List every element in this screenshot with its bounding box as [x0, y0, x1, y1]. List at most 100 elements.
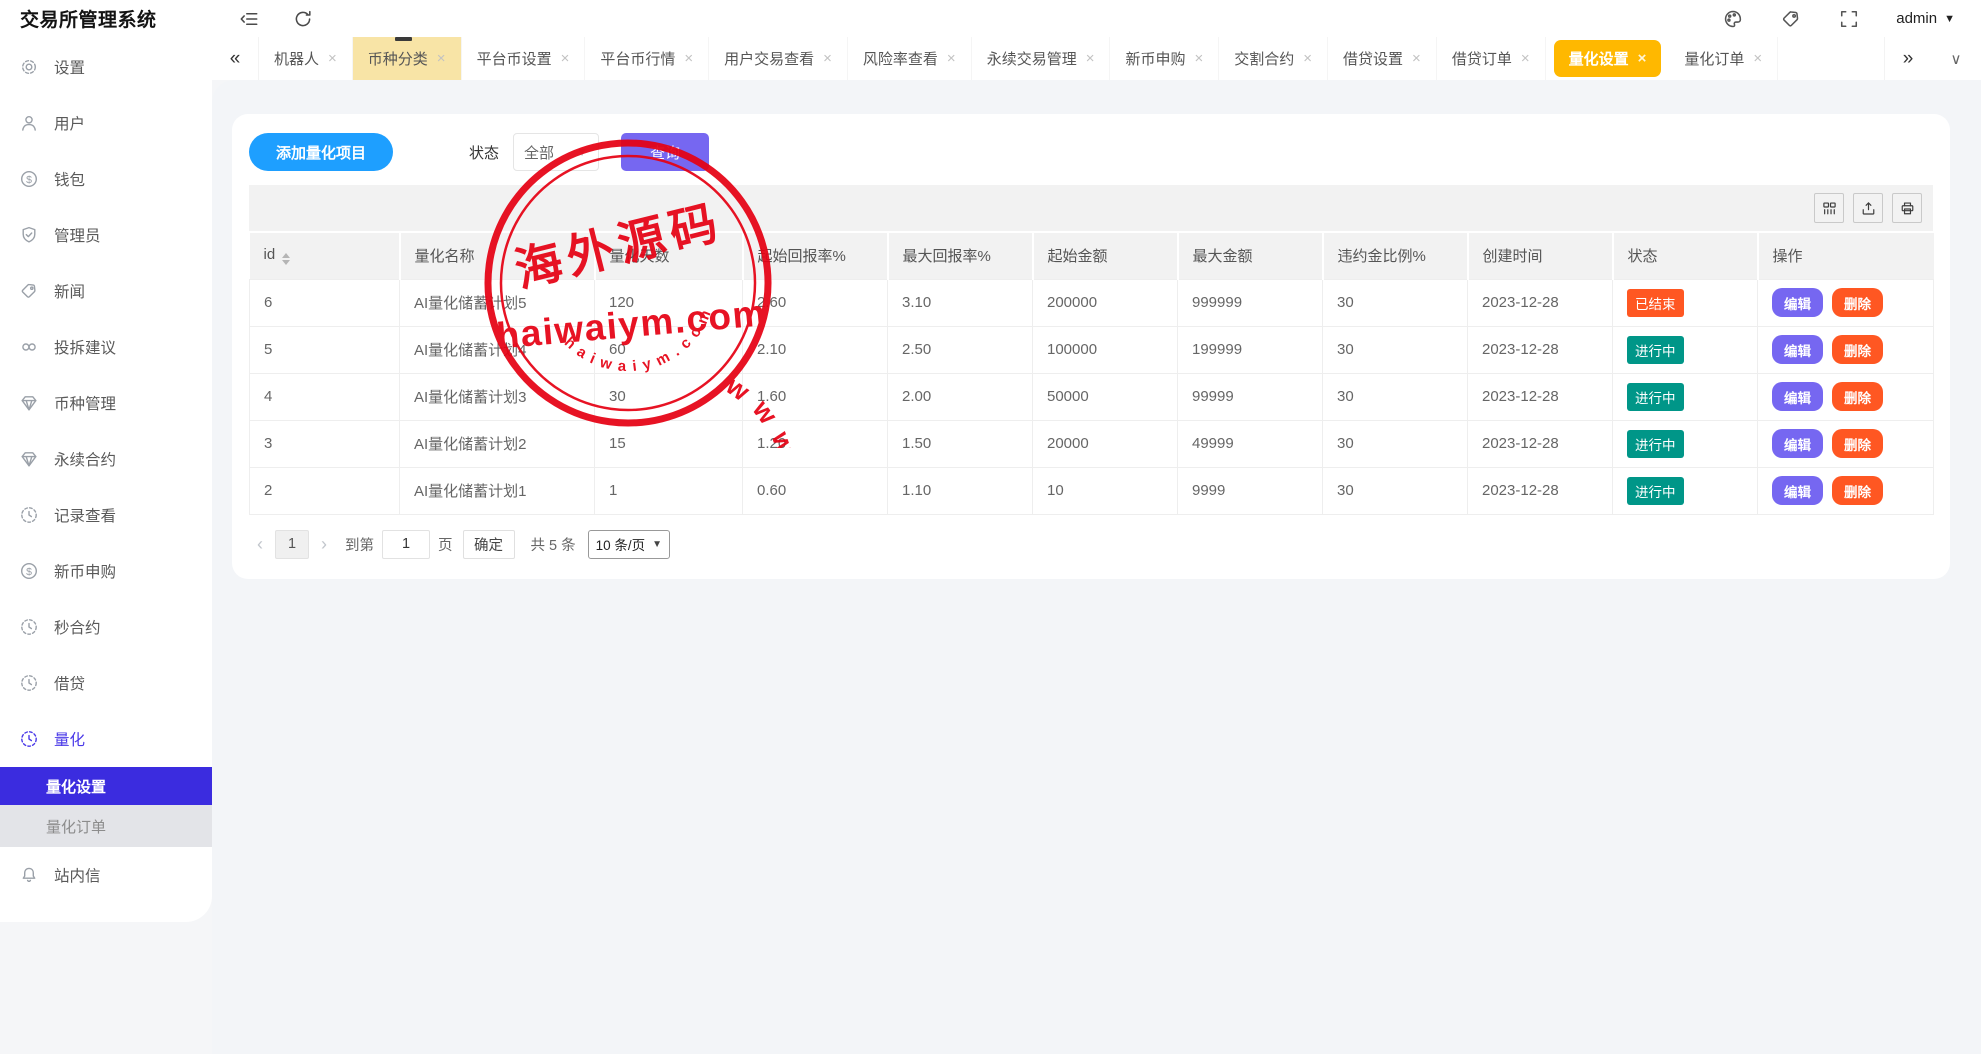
tab-交割合约[interactable]: 交割合约× [1219, 37, 1328, 80]
edit-button[interactable]: 编辑 [1772, 429, 1823, 458]
sidebar-item-站内信[interactable]: 站内信 [0, 847, 212, 903]
tag-icon[interactable] [1780, 8, 1802, 30]
page-next-icon[interactable]: › [321, 534, 327, 555]
gem-icon [19, 449, 39, 469]
tab-平台币行情[interactable]: 平台币行情× [585, 37, 709, 80]
goto-confirm-button[interactable]: 确定 [463, 530, 515, 559]
user-name: admin [1896, 10, 1937, 27]
tab-借贷订单[interactable]: 借贷订单 × [1437, 37, 1546, 80]
user-menu[interactable]: admin ▼ [1896, 10, 1955, 27]
cell-created: 2023-12-28 [1468, 420, 1613, 467]
delete-button[interactable]: 删除 [1832, 335, 1883, 364]
edit-button[interactable]: 编辑 [1772, 288, 1823, 317]
filter-columns-icon[interactable] [1814, 193, 1844, 223]
sidebar-item-量化[interactable]: 量化 [0, 711, 212, 767]
cell-status: 已结束 [1613, 279, 1758, 326]
close-icon[interactable]: × [947, 51, 956, 66]
search-button[interactable]: 查询 [621, 133, 709, 171]
status-filter-select[interactable]: 全部 ▼ [513, 133, 599, 171]
close-icon[interactable]: × [1753, 51, 1762, 66]
close-icon[interactable]: × [1412, 51, 1421, 66]
refresh-icon[interactable] [292, 8, 314, 30]
tabs-scroll-left-icon[interactable]: « [212, 37, 259, 80]
page-prev-icon[interactable]: ‹ [257, 534, 263, 555]
cell-penalty: 30 [1323, 467, 1468, 514]
sidebar-item-新闻[interactable]: 新闻 [0, 263, 212, 319]
page-size-select[interactable]: 10 条/页 ▼ [588, 530, 670, 559]
delete-button[interactable]: 删除 [1832, 476, 1883, 505]
edit-button[interactable]: 编辑 [1772, 476, 1823, 505]
close-icon[interactable]: × [437, 51, 446, 66]
column-header-违约金比例%: 违约金比例% [1323, 233, 1468, 279]
column-header-label: 量化名称 [415, 248, 475, 265]
sidebar-item-label: 新币申购 [54, 560, 116, 582]
tab-平台币设置[interactable]: 平台币设置× [462, 37, 586, 80]
sidebar-item-投拆建议[interactable]: 投拆建议 [0, 319, 212, 375]
tab-币种分类[interactable]: 币种分类× [353, 37, 462, 80]
sidebar-subitem-量化设置[interactable]: 量化设置 [0, 767, 212, 805]
cell-actions: 编辑删除 [1758, 373, 1934, 420]
tab-label: 新币申购 [1125, 48, 1185, 69]
column-header-起始金额: 起始金额 [1033, 233, 1178, 279]
goto-page-input[interactable] [382, 530, 430, 559]
goto-page-suffix: 页 [438, 534, 453, 555]
tab-量化订单[interactable]: 量化订单× [1669, 37, 1778, 80]
sidebar-subitem-量化订单[interactable]: 量化订单 [0, 805, 212, 847]
fullscreen-icon[interactable] [1838, 8, 1860, 30]
delete-button[interactable]: 删除 [1832, 288, 1883, 317]
cell-days: 60 [595, 326, 743, 373]
tab-永续交易管理[interactable]: 永续交易管理 × [972, 37, 1111, 80]
tab-新币申购[interactable]: 新币申购 × [1110, 37, 1219, 80]
delete-button[interactable]: 删除 [1832, 429, 1883, 458]
tab-量化设置[interactable]: 量化设置× [1554, 40, 1662, 77]
main-content: 添加量化项目 状态 全部 ▼ 查询 [212, 80, 1981, 1054]
edit-button[interactable]: 编辑 [1772, 382, 1823, 411]
export-icon[interactable] [1853, 193, 1883, 223]
sort-icon[interactable] [282, 253, 290, 265]
cell-created: 2023-12-28 [1468, 373, 1613, 420]
print-icon[interactable] [1892, 193, 1922, 223]
close-icon[interactable]: × [823, 51, 832, 66]
tab-机器人[interactable]: 机器人× [259, 37, 353, 80]
tab-label: 借贷订单 [1452, 48, 1512, 69]
sidebar-item-管理员[interactable]: 管理员 [0, 207, 212, 263]
cell-max-rate: 2.00 [888, 373, 1033, 420]
page-number-button[interactable]: 1 [275, 530, 309, 559]
close-icon[interactable]: × [684, 51, 693, 66]
close-icon[interactable]: × [1638, 51, 1647, 66]
cell-name: AI量化储蓄计划1 [400, 467, 595, 514]
close-icon[interactable]: × [1086, 51, 1095, 66]
sidebar-item-借贷[interactable]: 借贷 [0, 655, 212, 711]
sidebar-item-记录查看[interactable]: 记录查看 [0, 487, 212, 543]
sidebar-item-币种管理[interactable]: 币种管理 [0, 375, 212, 431]
sidebar-item-设置[interactable]: 设置 [0, 39, 212, 95]
sidebar-item-秒合约[interactable]: 秒合约 [0, 599, 212, 655]
tab-借贷设置[interactable]: 借贷设置× [1328, 37, 1437, 80]
add-quant-project-button[interactable]: 添加量化项目 [249, 133, 393, 171]
pagination: ‹ 1 › 到第 页 确定 共 5 条 10 条/页 ▼ [249, 530, 1933, 559]
close-icon[interactable]: × [328, 51, 337, 66]
sidebar-item-label: 永续合约 [54, 448, 116, 470]
close-icon[interactable]: × [561, 51, 570, 66]
sidebar-item-新币申购[interactable]: $新币申购 [0, 543, 212, 599]
sidebar-item-钱包[interactable]: $钱包 [0, 151, 212, 207]
delete-button[interactable]: 删除 [1832, 382, 1883, 411]
tabs-scroll-right-icon[interactable]: » [1884, 37, 1931, 80]
palette-icon[interactable] [1722, 8, 1744, 30]
sidebar-item-永续合约[interactable]: 永续合约 [0, 431, 212, 487]
sidebar-item-用户[interactable]: 用户 [0, 95, 212, 151]
edit-button[interactable]: 编辑 [1772, 335, 1823, 364]
tab-label: 永续交易管理 [987, 48, 1077, 69]
cell-id: 5 [250, 326, 400, 373]
close-icon[interactable]: × [1303, 51, 1312, 66]
close-icon[interactable]: × [1194, 51, 1203, 66]
column-header-label: 状态 [1628, 248, 1658, 265]
tab-风险率查看[interactable]: 风险率查看× [848, 37, 972, 80]
tabs-more-icon[interactable]: ∨ [1931, 37, 1981, 80]
tab-用户交易查看[interactable]: 用户交易查看× [709, 37, 848, 80]
cell-start-rate: 2.60 [743, 279, 888, 326]
close-icon[interactable]: × [1521, 51, 1530, 66]
chevron-down-icon: ▼ [652, 539, 662, 550]
collapse-menu-icon[interactable] [238, 8, 260, 30]
column-header-id: id [250, 233, 400, 279]
